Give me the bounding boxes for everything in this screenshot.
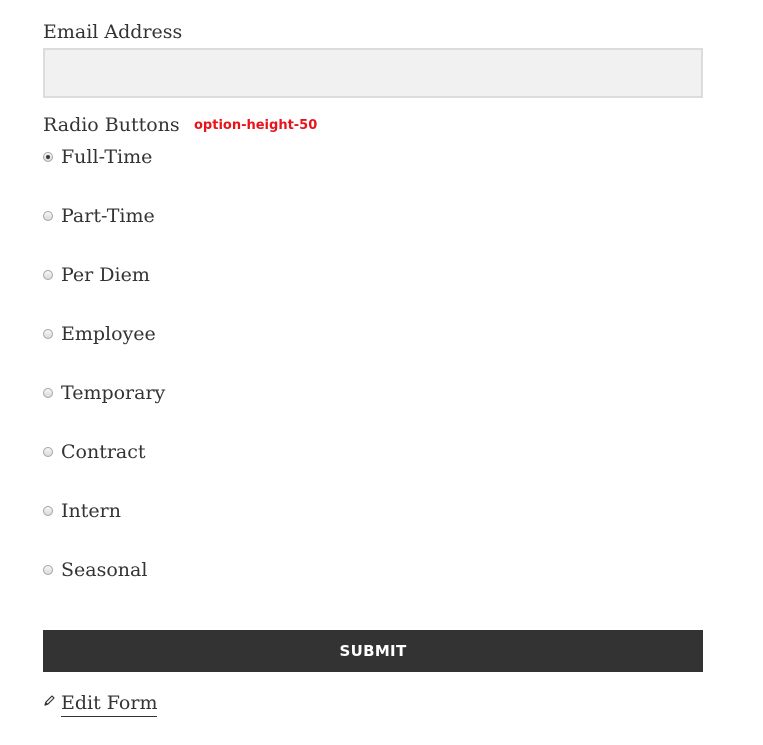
option-height-annotation: option-height-50 [194,118,318,133]
radio-option-label: Employee [61,323,156,345]
radio-button-per-diem[interactable] [43,270,53,280]
radio-button-employee[interactable] [43,329,53,339]
radio-option-contract[interactable]: Contract [43,439,146,465]
radio-option-label: Per Diem [61,264,150,286]
submit-button[interactable]: SUBMIT [43,630,703,672]
edit-form-row: Edit Form [43,690,158,718]
radio-option-label: Part-Time [61,205,155,227]
radio-option-label: Intern [61,500,121,522]
radio-button-full-time[interactable] [43,152,53,162]
radio-option-intern[interactable]: Intern [43,498,121,524]
radio-button-intern[interactable] [43,506,53,516]
edit-form-link[interactable]: Edit Form [61,691,158,717]
radio-option-label: Full-Time [61,146,153,168]
radio-option-temporary[interactable]: Temporary [43,380,165,406]
radio-button-temporary[interactable] [43,388,53,398]
radio-option-seasonal[interactable]: Seasonal [43,557,147,583]
email-address-label: Email Address [43,21,183,43]
radio-button-seasonal[interactable] [43,565,53,575]
radio-option-part-time[interactable]: Part-Time [43,203,155,229]
radio-option-full-time[interactable]: Full-Time [43,144,152,170]
radio-option-label: Temporary [61,382,166,404]
radio-option-employee[interactable]: Employee [43,321,156,347]
pencil-icon [43,693,55,707]
radio-button-contract[interactable] [43,447,53,457]
radio-option-label: Contract [61,441,146,463]
email-address-input[interactable] [43,48,703,98]
radio-buttons-label: Radio Buttons [43,114,180,136]
radio-button-part-time[interactable] [43,211,53,221]
radio-option-per-diem[interactable]: Per Diem [43,262,150,288]
radio-option-label: Seasonal [61,559,148,581]
